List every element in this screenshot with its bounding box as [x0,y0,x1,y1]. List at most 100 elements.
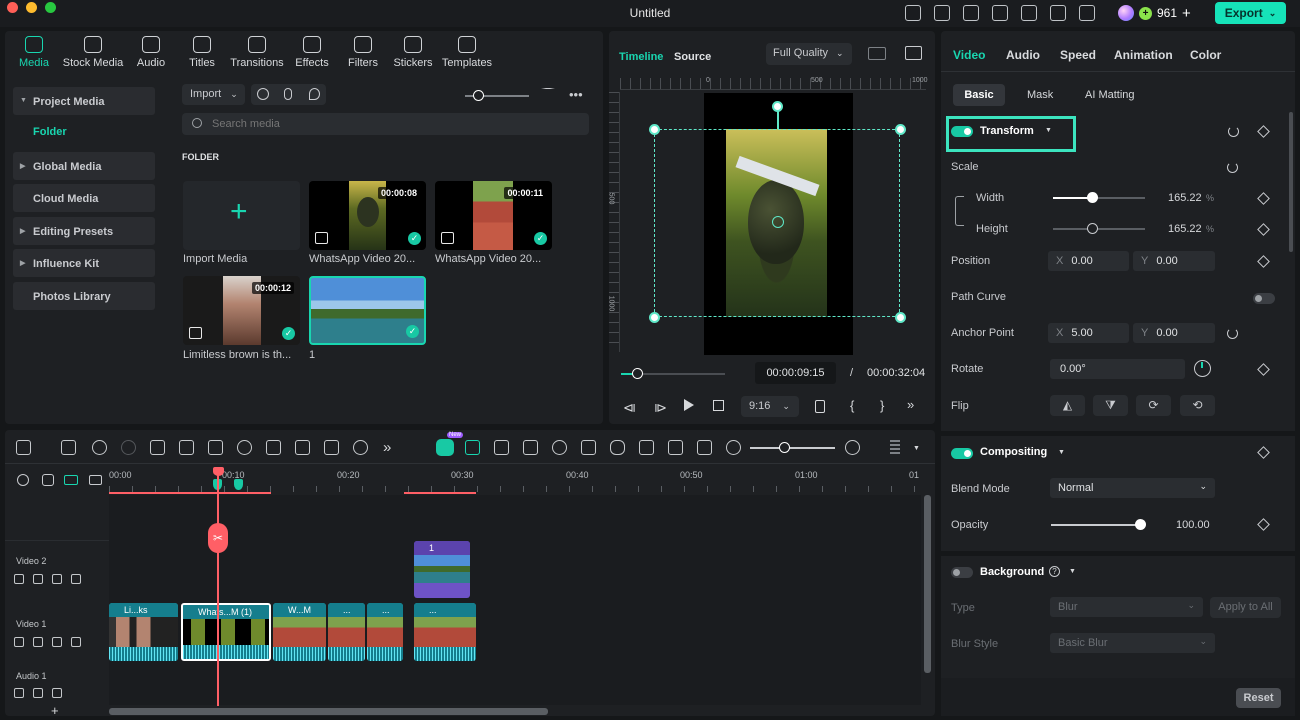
sidebar-item-photos-library[interactable]: Photos Library [13,282,155,310]
more-controls-icon[interactable]: » [907,397,914,412]
add-track-icon[interactable]: + [51,703,59,718]
timeline-clip[interactable]: W...M [273,603,326,661]
grid-view-icon[interactable] [868,47,886,60]
shield-icon[interactable] [581,440,596,455]
magnet-icon[interactable] [64,475,78,485]
microphone-icon[interactable] [610,440,625,455]
export-button[interactable]: Export ⌄ [1215,2,1286,24]
resize-handle-bottom-right[interactable] [895,312,906,323]
rotate-right-button[interactable]: ⟳ [1136,395,1171,416]
tab-filters[interactable]: Filters [344,36,382,69]
snapshot-icon[interactable] [905,46,922,60]
path-curve-toggle[interactable] [1253,293,1275,304]
split-scissors-icon[interactable] [179,440,194,455]
delete-icon[interactable] [150,440,165,455]
caret-down-icon[interactable]: ▼ [1045,127,1052,134]
playhead-split-button[interactable]: ✂ [208,523,228,553]
width-value[interactable]: 165.22 [1168,192,1202,204]
lightbulb-icon[interactable] [934,5,950,21]
add-credits-icon[interactable]: + [1182,5,1191,22]
subtab-mask[interactable]: Mask [1027,89,1053,101]
playhead-line[interactable] [217,474,219,706]
tab-animation[interactable]: Animation [1114,48,1173,62]
transform-toggle[interactable] [951,126,973,137]
grid-icon[interactable] [1079,5,1095,21]
timeline-settings-icon[interactable] [17,474,29,486]
tab-speed[interactable]: Speed [1060,48,1096,62]
subtab-basic[interactable]: Basic [953,84,1005,106]
anchor-crosshair-icon[interactable] [772,216,784,228]
caret-down-icon[interactable]: ▼ [1058,449,1065,456]
blur-style-dropdown[interactable]: Basic Blur ⌄ [1050,633,1215,653]
position-y-field[interactable]: Y 0.00 [1133,251,1215,271]
timeline-clip[interactable]: ... [414,603,476,661]
select-arrow-icon[interactable] [61,440,76,455]
timeline-clip[interactable]: Li...ks [109,603,178,661]
crop-icon[interactable] [208,440,223,455]
tab-templates[interactable]: Templates [440,36,494,69]
opacity-slider[interactable] [1051,519,1146,530]
slider-knob[interactable] [1087,192,1098,203]
headset-icon[interactable] [1050,5,1066,21]
timeline-zoom-slider[interactable] [750,442,835,453]
tab-source-preview[interactable]: Source [674,51,711,63]
slider-knob[interactable] [779,442,790,453]
ai-robot-icon[interactable] [436,439,454,456]
slider-knob[interactable] [1135,519,1146,530]
reset-anchor-icon[interactable] [1227,328,1238,339]
eye-icon[interactable] [71,637,81,647]
more-options-icon[interactable]: ••• [569,87,583,102]
resize-handle-top-left[interactable] [649,124,660,135]
tab-video[interactable]: Video [953,48,985,62]
snap-icon[interactable] [465,440,480,455]
speaker-icon[interactable] [33,637,43,647]
tab-stickers[interactable]: Stickers [392,36,434,69]
reset-transform-icon[interactable] [1228,126,1239,137]
resize-handle-top-right[interactable] [895,124,906,135]
slider-knob[interactable] [1087,223,1098,234]
timeline-clip-selected[interactable]: Whats...M (1) [181,603,271,661]
tab-audio[interactable]: Audio [133,36,169,69]
unlink-icon[interactable] [42,474,54,486]
lock-icon[interactable] [14,688,24,698]
monitor-icon[interactable] [963,5,979,21]
width-slider[interactable] [1053,192,1145,203]
location-icon[interactable] [309,88,320,100]
help-icon[interactable]: ? [1049,566,1060,577]
marker-icon[interactable] [234,479,243,490]
tab-color[interactable]: Color [1190,48,1221,62]
microphone-icon[interactable] [284,88,292,100]
lock-icon[interactable] [14,637,24,647]
undo-icon[interactable] [92,440,107,455]
search-bar[interactable] [182,113,589,135]
blend-mode-dropdown[interactable]: Normal ⌄ [1050,478,1215,498]
sidebar-item-project-media[interactable]: ▼ Project Media [13,87,155,115]
sidebar-item-cloud-media[interactable]: Cloud Media [13,184,155,212]
preview-progress-slider[interactable] [621,368,725,379]
tab-titles[interactable]: Titles [184,36,220,69]
progress-knob[interactable] [631,368,643,379]
speaker-icon[interactable] [33,574,43,584]
image-icon[interactable] [523,440,538,455]
tab-effects[interactable]: Effects [293,36,331,69]
mixer-icon[interactable] [639,440,654,455]
pen-icon[interactable] [324,440,339,455]
slider-knob[interactable] [473,90,484,101]
tab-transitions[interactable]: Transitions [229,36,285,69]
timeline-clip[interactable]: ... [328,603,365,661]
timeline-vscrollbar[interactable] [924,495,931,673]
hide-fx-icon[interactable] [52,688,62,698]
play-icon[interactable] [684,399,694,411]
display-icon[interactable] [815,400,825,413]
speaker-icon[interactable] [33,688,43,698]
compositing-toggle[interactable] [951,448,973,459]
track-height-icon[interactable] [89,475,102,485]
cloud-upload-icon[interactable] [1021,5,1037,21]
aspect-ratio-dropdown[interactable]: 9:16 ⌄ [741,396,799,417]
record-icon[interactable] [257,88,269,100]
media-item-1[interactable]: ✓ [309,276,426,345]
timeline-clip[interactable]: ... [367,603,403,661]
background-toggle[interactable] [951,567,973,578]
text-tool-icon[interactable] [266,440,281,455]
timer-icon[interactable] [353,440,368,455]
